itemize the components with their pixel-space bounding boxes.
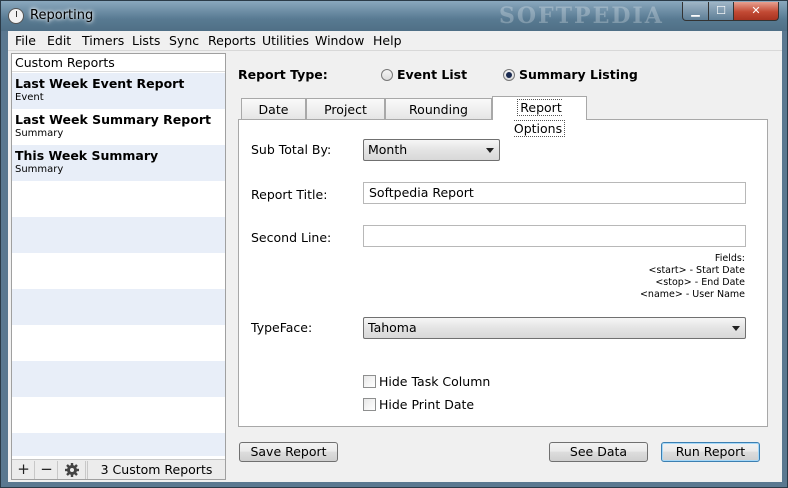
see-data-button[interactable]: See Data [549,442,648,462]
hide-print-date-checkbox[interactable] [363,398,376,411]
remove-report-button[interactable]: − [36,461,58,479]
client-area: Custom Reports Last Week Event Report Ev… [8,51,782,482]
menu-edit[interactable]: Edit [47,33,71,48]
menu-sync[interactable]: Sync [169,33,199,48]
report-name: Last Week Event Report [15,76,185,91]
menu-file[interactable]: File [15,33,36,48]
report-options-panel: Sub Total By: Month Report Title: Softpe… [238,119,768,427]
watermark: SOFTPEDIA [499,3,664,29]
subtotal-select[interactable]: Month [363,139,500,161]
radio-event-list-label[interactable]: Event List [397,67,467,82]
chevron-down-icon [486,148,494,153]
menu-utilities[interactable]: Utilities [262,33,309,48]
gear-icon [65,463,79,477]
fields-heading: Fields: [714,253,745,264]
plus-icon: + [17,460,30,478]
hide-task-column-checkbox[interactable] [363,375,376,388]
title-bar: Reporting SOFTPEDIA ▁ ☐ ✕ [1,1,787,31]
menu-lists[interactable]: Lists [132,33,160,48]
menu-help[interactable]: Help [373,33,402,48]
report-title-input[interactable]: Softpedia Report [363,182,746,204]
settings-button[interactable] [59,461,86,479]
report-title-label: Report Title: [251,187,328,202]
subtotal-value: Month [368,142,408,157]
empty-row [12,289,225,325]
report-name: This Week Summary [15,148,159,163]
tab-project-filter[interactable]: Project Filter [306,98,385,138]
typeface-label: TypeFace: [251,320,313,335]
menu-timers[interactable]: Timers [82,33,124,48]
empty-row [12,361,225,397]
close-button[interactable]: ✕ [733,2,779,21]
typeface-select[interactable]: Tahoma [363,317,746,339]
minimize-button[interactable]: ▁ [682,2,709,21]
radio-summary-listing[interactable] [503,69,515,81]
stopwatch-icon [8,8,24,24]
close-icon: ✕ [751,4,761,17]
subtotal-label: Sub Total By: [251,142,332,157]
list-item[interactable]: Last Week Summary Report Summary [12,109,225,145]
menu-bar: File Edit Timers Lists Sync Reports Util… [8,31,782,51]
empty-row [12,397,225,433]
app-window: Reporting SOFTPEDIA ▁ ☐ ✕ File Edit Time… [0,0,788,488]
sidebar-header: Custom Reports [12,54,225,72]
run-report-button[interactable]: Run Report [661,442,760,462]
field-name-hint: <name> - User Name [639,289,745,300]
hide-print-date-label[interactable]: Hide Print Date [379,397,474,412]
report-type: Event [15,92,44,103]
tab-date-filter[interactable]: Date Filter [241,98,306,138]
list-item[interactable]: This Week Summary Summary [12,145,225,181]
custom-reports-sidebar: Custom Reports Last Week Event Report Ev… [11,53,226,480]
report-type: Summary [15,164,64,175]
window-title: Reporting [30,8,94,23]
radio-event-list[interactable] [381,69,393,81]
menu-reports[interactable]: Reports [208,33,256,48]
tab-rounding-options[interactable]: Rounding Options [385,98,492,138]
sidebar-footer: + − 3 Custom Reports [12,459,225,479]
report-type: Summary [15,128,64,139]
empty-row [12,253,225,289]
empty-row [12,217,225,253]
report-count: 3 Custom Reports [87,461,225,479]
save-report-button[interactable]: Save Report [239,442,338,462]
typeface-value: Tahoma [368,320,417,335]
reports-list[interactable]: Last Week Event Report Event Last Week S… [12,73,225,456]
minimize-icon: ▁ [691,4,700,17]
maximize-icon: ☐ [716,4,726,17]
empty-row [12,181,225,217]
chevron-down-icon [732,326,740,331]
list-item[interactable]: Last Week Event Report Event [12,73,225,109]
tab-label: Report Options [513,99,566,137]
report-name: Last Week Summary Report [15,112,211,127]
maximize-button[interactable]: ☐ [708,2,734,21]
add-report-button[interactable]: + [13,461,35,479]
menu-window[interactable]: Window [315,33,364,48]
second-line-label: Second Line: [251,230,332,245]
fields-hint: Fields: <start> - Start Date <stop> - En… [640,253,745,301]
radio-summary-listing-label[interactable]: Summary Listing [519,67,638,82]
field-start-hint: <start> - Start Date [648,265,745,276]
tab-report-options[interactable]: Report Options [492,96,587,137]
empty-row [12,433,225,456]
minus-icon: − [40,460,53,478]
second-line-input[interactable] [363,225,746,247]
hide-task-column-label[interactable]: Hide Task Column [379,374,490,389]
field-stop-hint: <stop> - End Date [655,277,745,288]
report-type-label: Report Type: [238,67,328,82]
empty-row [12,325,225,361]
